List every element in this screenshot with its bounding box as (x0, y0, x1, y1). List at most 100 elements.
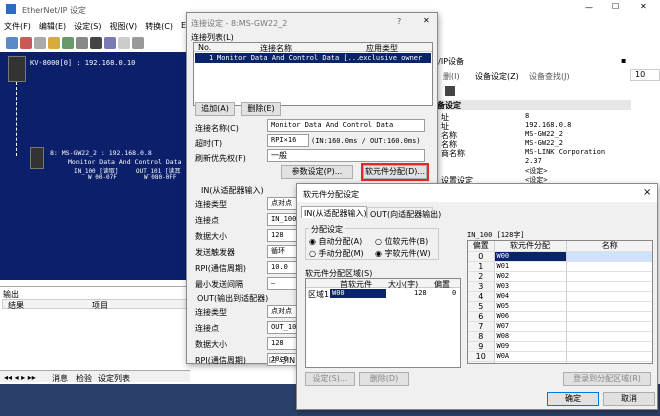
device-label[interactable]: 8: MS-GW22_2 : 192.168.0.8 (50, 149, 152, 157)
row-name[interactable] (566, 361, 652, 363)
table-row[interactable]: 2 W02 (468, 271, 652, 282)
toolbar-icon[interactable] (20, 37, 32, 49)
table-row[interactable]: 9 W09 (468, 341, 652, 352)
in-field-value[interactable]: IN_100 (267, 213, 297, 226)
table-row[interactable]: 6 W06 (468, 311, 652, 322)
row-name[interactable] (566, 321, 652, 332)
cancel-button[interactable]: 取消 (603, 392, 655, 406)
connection-label[interactable]: Monitor Data And Control Data (68, 158, 182, 166)
menu-item[interactable]: 编辑(E) (39, 21, 66, 33)
nav-arrows[interactable]: ◂◂ ◂ ▸ ▸▸ (4, 373, 36, 382)
table-row[interactable]: 5 W05 (468, 301, 652, 312)
tab-settings-list[interactable]: 设定列表 (98, 373, 130, 384)
pin-icon[interactable]: ▪ (621, 56, 626, 65)
toolbar-icon[interactable] (34, 37, 46, 49)
prop-value[interactable]: MS-LINK Corporation (525, 148, 605, 156)
minimize-icon[interactable]: — (585, 3, 593, 12)
tab-messages[interactable]: 消息 (52, 373, 68, 384)
toolbar-icon[interactable] (90, 37, 102, 49)
prop-value[interactable]: MS-GW22_2 (525, 139, 563, 147)
table-row[interactable]: 1 W01 (468, 261, 652, 272)
in-field-value[interactable]: — (267, 277, 297, 290)
tab-in[interactable]: IN(从适配器输入) (301, 206, 367, 218)
tab-device-settings[interactable]: 设备设定(Z) (475, 71, 519, 82)
param-settings-button[interactable]: 参数设定(P)... (281, 165, 353, 179)
table-row[interactable]: 10 W0A (468, 351, 652, 362)
in-field-value[interactable]: 点对点 (267, 197, 297, 210)
row-name[interactable] (566, 261, 652, 272)
menu-item[interactable]: 文件(F) (4, 21, 31, 33)
row-name[interactable] (566, 281, 652, 292)
maximize-icon[interactable]: ☐ (612, 2, 619, 11)
toolbar-icon[interactable] (104, 37, 116, 49)
radio-manual[interactable]: ○ 手动分配(M) (309, 248, 364, 259)
row-offset: 9 (468, 341, 495, 352)
prop-value[interactable]: 2.37 (525, 157, 542, 165)
table-row[interactable]: 8 W08 (468, 331, 652, 342)
area-row[interactable]: 区域1 W00 128 0 (306, 289, 460, 299)
radio-bit[interactable]: ○ 位软元件(B) (375, 236, 428, 247)
same-as-in-checkbox[interactable]: ☑ 与IN (269, 355, 295, 366)
connection-row[interactable]: 1 Monitor Data And Control Data [... exc… (195, 53, 431, 63)
menu-item[interactable]: 视图(V) (109, 21, 137, 33)
set-button[interactable]: 设定(S)... (305, 372, 355, 386)
conn-name-field[interactable]: Monitor Data And Control Data (267, 119, 425, 132)
radio-auto[interactable]: ◉ 自动分配(A) (309, 236, 362, 247)
toolbar-icon[interactable] (62, 37, 74, 49)
dialog-close-icon[interactable]: ✕ (423, 16, 430, 25)
row-name[interactable] (566, 311, 652, 322)
out-field-value[interactable]: 128 (267, 337, 297, 350)
close-icon[interactable]: ✕ (640, 2, 647, 11)
row-device: W04 (494, 291, 567, 302)
radio-word[interactable]: ◉ 字软元件(W) (375, 248, 431, 259)
row-name[interactable] (566, 301, 652, 312)
row-offset: 4 (468, 291, 495, 302)
row-name[interactable] (566, 251, 652, 262)
menu-item[interactable]: 转换(C) (145, 21, 173, 33)
row-name[interactable] (566, 291, 652, 302)
alloc-delete-button[interactable]: 删除(D) (359, 372, 409, 386)
toolbar-icon[interactable] (132, 37, 144, 49)
timeout-select[interactable]: RPI×16 (267, 134, 309, 147)
col-no: No. (198, 43, 212, 52)
in-field-value[interactable]: 10.0 (267, 261, 297, 274)
table-row[interactable]: 0 W00 (468, 251, 652, 262)
help-icon[interactable]: ? (397, 17, 401, 26)
table-row[interactable]: 7 W07 (468, 321, 652, 332)
plc-label[interactable]: KV-8000[0] : 192.168.0.10 (30, 59, 135, 67)
prop-value[interactable]: MS-GW22_2 (525, 130, 563, 138)
menu-item[interactable]: 设定(S) (74, 21, 101, 33)
table-row[interactable]: 4 W04 (468, 291, 652, 302)
tab-check[interactable]: 检验 (76, 373, 92, 384)
tab-device-search[interactable]: 设备查找(J) (529, 71, 570, 82)
prop-value[interactable]: 8 (525, 112, 529, 120)
in-field-value[interactable]: 128 (267, 229, 297, 242)
out-field-value[interactable]: 点对点 (267, 305, 297, 318)
device-panel: t/IP设备 ▪ 删(I) 设备设定(Z) 设备查找(J) 备设定 址 8 址 192… (430, 52, 631, 192)
add-button[interactable]: 追加(A) (195, 102, 235, 116)
in-field-value[interactable]: 循环 (267, 245, 297, 258)
register-area-button[interactable]: 登录到分配区域(R) (563, 372, 651, 386)
toolbar-icon[interactable] (6, 37, 18, 49)
device-alloc-button[interactable]: 软元件分配(D)... (361, 163, 429, 181)
alloc-close-icon[interactable]: × (643, 187, 651, 198)
toolbar-icon[interactable] (118, 37, 130, 49)
row-name[interactable] (566, 271, 652, 282)
row-name[interactable] (566, 331, 652, 342)
row-name[interactable] (566, 341, 652, 352)
row-name[interactable] (566, 351, 652, 362)
priority-select[interactable]: 一般 (267, 149, 425, 162)
delete-button[interactable]: 删除(E) (241, 102, 281, 116)
toolbar-icon[interactable] (48, 37, 60, 49)
table-row[interactable]: 11W0B (468, 361, 652, 363)
device-toolbar-icon[interactable] (445, 86, 455, 96)
tab-out[interactable]: OUT(向适配器输出) (367, 207, 441, 219)
table-row[interactable]: 3 W03 (468, 281, 652, 292)
area-row-size: 128 (414, 289, 427, 297)
out-field-value[interactable]: OUT_10 (267, 321, 297, 334)
tab-delete[interactable]: 删(I) (443, 71, 460, 82)
prop-value[interactable]: 192.168.0.8 (525, 121, 571, 129)
ok-button[interactable]: 确定 (547, 392, 599, 406)
toolbar-icon[interactable] (76, 37, 88, 49)
out-field-label: 连接类型 (195, 308, 227, 317)
